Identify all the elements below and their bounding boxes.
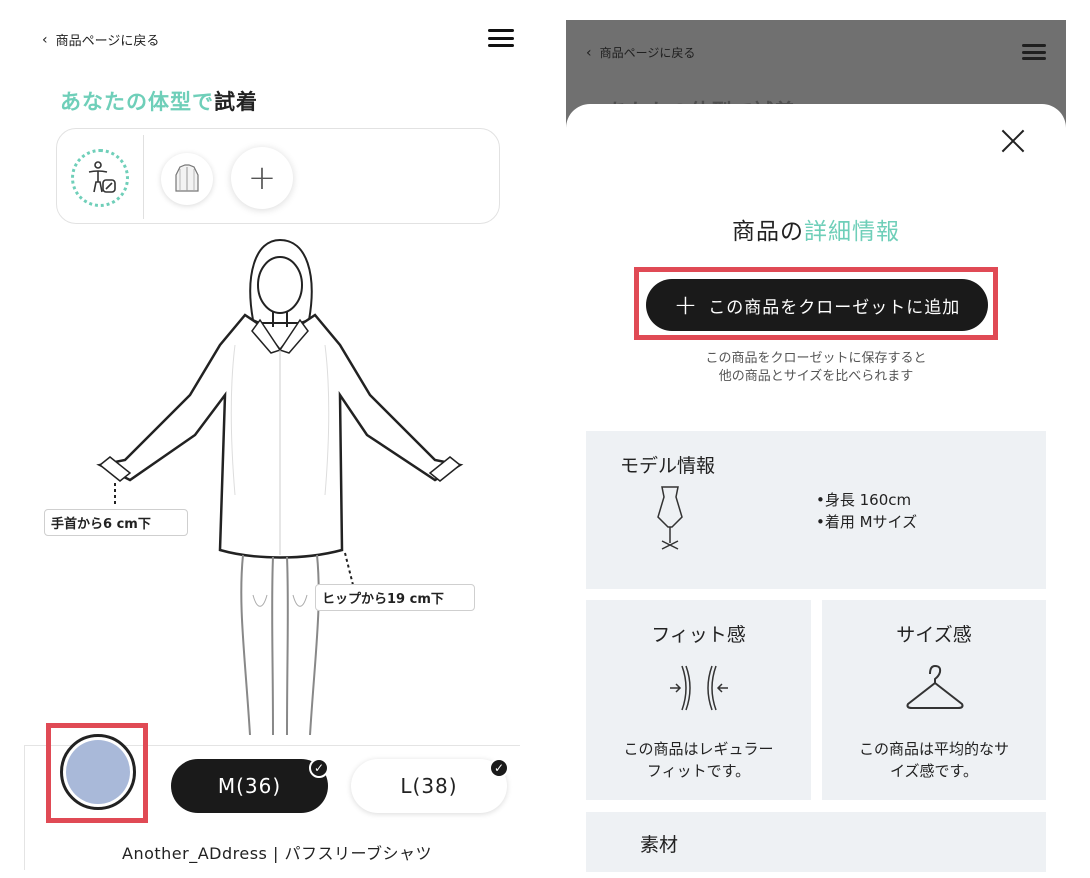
material-card: 素材	[586, 812, 1046, 872]
detail-sheet: 商品の詳細情報 + この商品をクローゼットに追加 この商品をクローゼットに保存す…	[566, 104, 1066, 878]
model-height: •身長 160cm	[816, 491, 912, 509]
card-title: フィット感	[651, 624, 746, 646]
close-icon[interactable]	[998, 126, 1028, 156]
closet-bar: +	[56, 128, 500, 224]
sheet-title: 商品の詳細情報	[566, 212, 1066, 246]
size-option-m[interactable]: M(36)	[171, 759, 328, 813]
chevron-left-icon: ‹	[42, 31, 48, 48]
sheet-title-accent: 詳細情報	[804, 219, 900, 245]
body-edit-icon[interactable]	[71, 149, 129, 207]
fit-card: フィット感 この商品はレギュラー フィットです。	[586, 600, 811, 800]
back-label: 商品ページに戻る	[599, 46, 696, 60]
fit-description: この商品はレギュラー フィットです。	[586, 738, 811, 782]
divider	[24, 745, 25, 870]
page-title-accent: あなたの体型で	[60, 90, 214, 114]
hanger-icon	[906, 664, 964, 709]
check-icon: ✓	[489, 758, 509, 778]
highlight-box	[634, 267, 998, 340]
fit-icon	[670, 665, 728, 711]
hip-length-tag: ヒップから19 cm下	[315, 584, 475, 611]
card-title: モデル情報	[620, 455, 716, 477]
fit-desc-line: この商品はレギュラー	[623, 740, 774, 758]
chevron-left-icon: ‹	[586, 44, 592, 61]
menu-icon[interactable]	[1022, 44, 1046, 60]
size-desc-line: イズ感です。	[889, 762, 979, 780]
mannequin-icon	[657, 486, 683, 550]
page-title-rest: 試着	[214, 90, 258, 114]
wrist-length-tag: 手首から6 cm下	[44, 509, 188, 536]
model-wearing-size: •着用 Mサイズ	[816, 513, 918, 531]
card-title: サイズ感	[896, 624, 972, 646]
size-option-l[interactable]: L(38)	[351, 759, 507, 813]
hint-line: この商品をクローゼットに保存すると	[705, 351, 927, 366]
check-icon: ✓	[309, 758, 329, 778]
product-name: Another_ADdress | パフスリーブシャツ	[122, 844, 432, 863]
size-desc-line: この商品は平均的なサ	[858, 740, 1009, 758]
page-title: あなたの体型で試着	[60, 86, 258, 116]
back-to-product-link[interactable]: ‹ 商品ページに戻る	[586, 44, 695, 61]
detail-overlay: ‹ 商品ページに戻る あなたの体型で試着 商品の詳細情報 + この商品をクローゼ…	[566, 20, 1066, 878]
menu-icon[interactable]	[488, 29, 514, 47]
size-feel-card: サイズ感 この商品は平均的なサ イズ感です。	[822, 600, 1046, 800]
hint-line: 他の商品とサイズを比べられます	[718, 369, 914, 384]
back-to-product-link[interactable]: ‹ 商品ページに戻る	[42, 30, 160, 50]
model-details: •身長 160cm •着用 Mサイズ	[816, 489, 917, 533]
sheet-title-plain: 商品の	[732, 219, 804, 245]
divider	[143, 135, 144, 219]
card-title: 素材	[640, 834, 679, 856]
back-label: 商品ページに戻る	[55, 34, 160, 49]
plus-icon[interactable]: +	[231, 147, 293, 209]
size-feel-description: この商品は平均的なサ イズ感です。	[822, 738, 1046, 782]
fit-desc-line: フィットです。	[646, 762, 751, 780]
closet-hint: この商品をクローゼットに保存すると 他の商品とサイズを比べられます	[566, 350, 1066, 386]
shirt-icon[interactable]	[161, 153, 213, 205]
highlight-box	[46, 723, 148, 823]
model-info-card: モデル情報 •身長 160cm •着用 Mサイズ	[586, 431, 1046, 589]
avatar-figure	[95, 235, 465, 736]
fitting-panel: ‹ 商品ページに戻る あなたの体型で試着 + 手首から6 cm下 ヒップから19…	[0, 0, 540, 878]
